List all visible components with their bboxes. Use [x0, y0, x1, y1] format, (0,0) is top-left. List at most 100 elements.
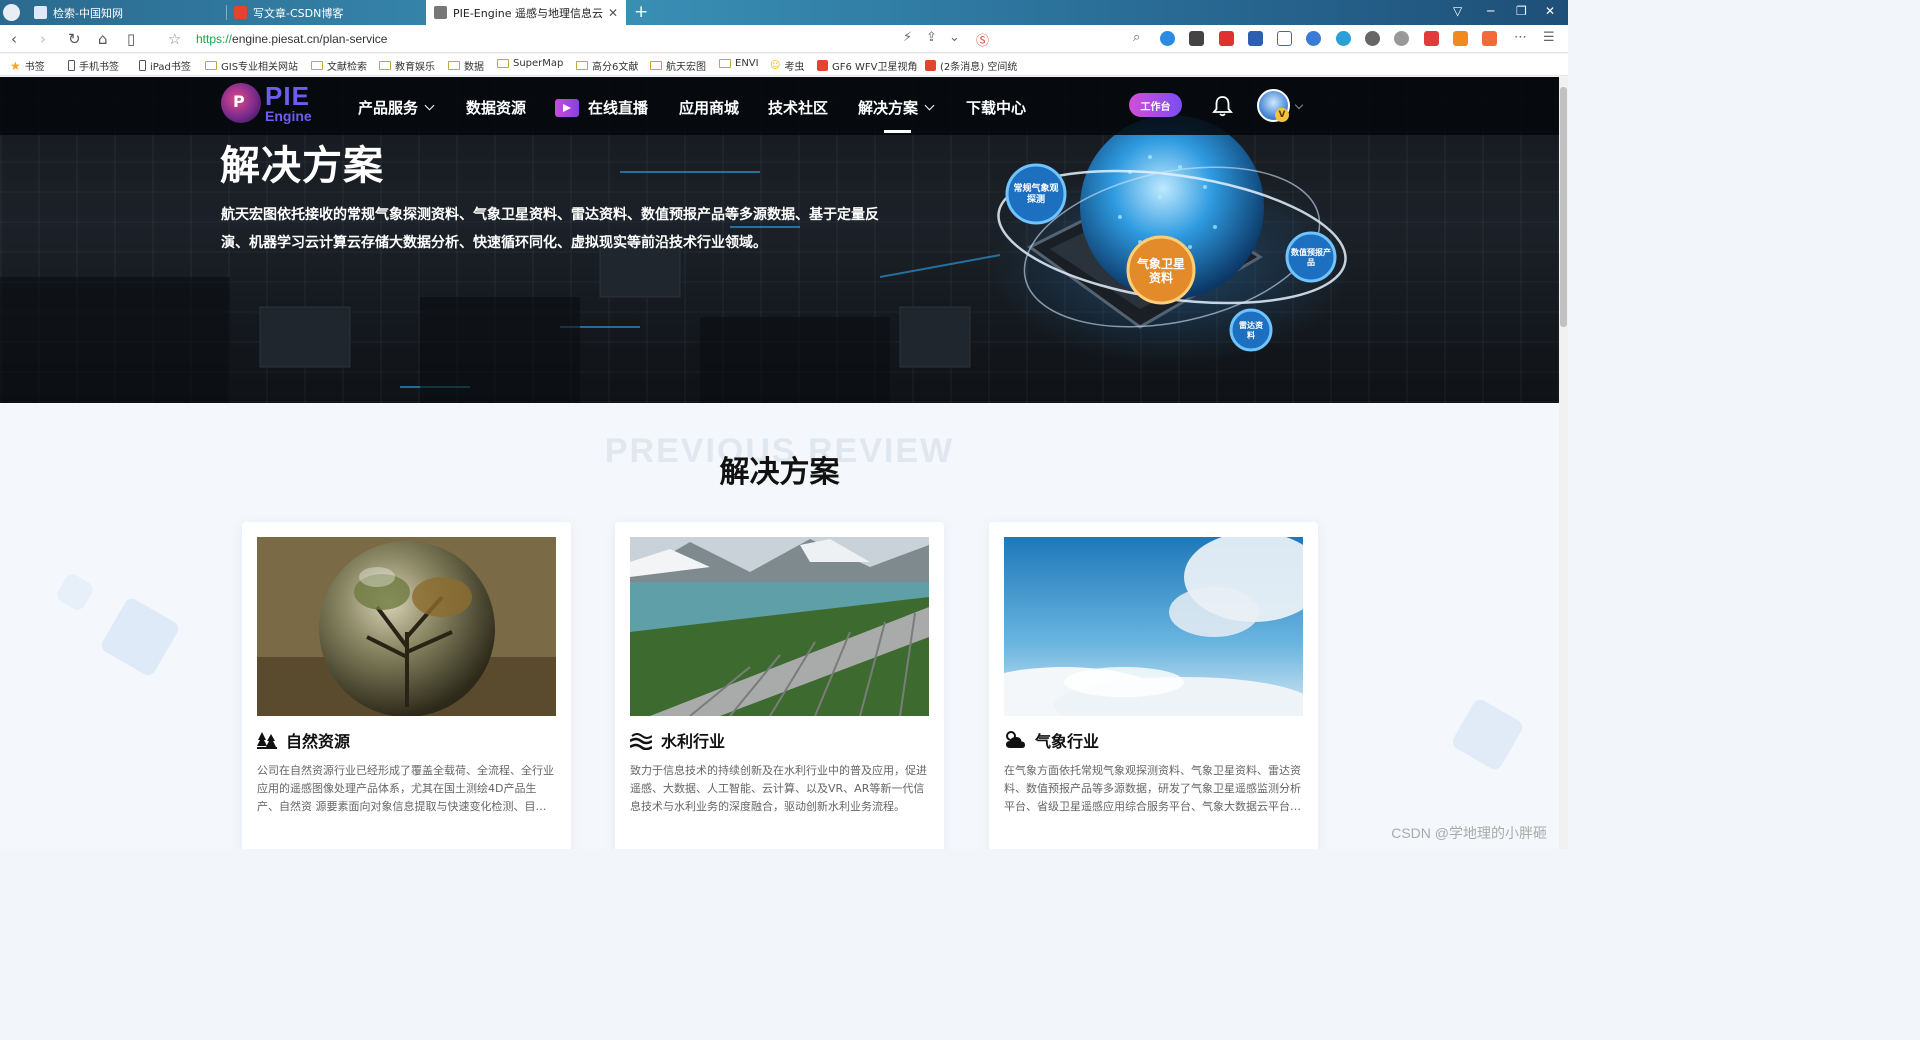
weather-icon [1006, 731, 1025, 748]
card-title: 气象行业 [1035, 732, 1100, 751]
extension-game-icon[interactable] [1453, 31, 1468, 46]
card-description: 公司在自然资源行业已经形成了覆盖全载荷、全流程、全行业应用的遥感图像处理产品体系… [257, 764, 554, 813]
extension-translate-icon[interactable] [1306, 31, 1321, 46]
bookmark-item[interactable]: SuperMap [497, 58, 563, 69]
folder-icon [205, 61, 217, 70]
folder-icon [576, 61, 588, 70]
folder-icon [311, 61, 323, 70]
nav-store[interactable]: 应用商城 [679, 97, 739, 118]
bookmark-item[interactable]: 高分6文献 [576, 58, 638, 73]
bookmark-item[interactable]: 数据 [448, 58, 484, 73]
bookmark-item[interactable]: 文献检索 [311, 58, 367, 73]
extension-edge-icon[interactable] [1336, 31, 1351, 46]
extension-weibo-icon[interactable] [1219, 31, 1234, 46]
csdn-icon [817, 60, 828, 71]
extension-feather-icon[interactable] [1189, 31, 1204, 46]
pie-engine-logo[interactable]: P PIE Engine [221, 83, 312, 123]
bookmark-item[interactable]: ★ 书签 [10, 58, 45, 74]
vip-badge: V [1275, 108, 1289, 122]
nav-data[interactable]: 数据资源 [466, 97, 526, 118]
solution-card-natural-resources[interactable]: 自然资源 公司在自然资源行业已经形成了覆盖全载荷、全流程、全行业应用的遥感图像处… [242, 522, 571, 849]
restore-icon[interactable]: ❐ [1516, 4, 1527, 18]
bookmark-item[interactable]: ☺ 考虫 [770, 58, 804, 73]
section-title: 解决方案 [719, 455, 840, 490]
reload-icon[interactable]: ↻ [68, 30, 81, 48]
card-title: 水利行业 [661, 732, 726, 751]
tab-pie-engine[interactable]: PIE-Engine 遥感与地理信息云服务平 ✕ [426, 0, 626, 25]
bookmark-item[interactable]: (2条消息) 空间统 [925, 58, 1032, 73]
nav-download[interactable]: 下载中心 [966, 97, 1026, 118]
folder-icon [379, 61, 391, 70]
extension-gear-icon[interactable] [1394, 31, 1409, 46]
folder-icon [497, 59, 509, 68]
new-tab-icon[interactable]: + [634, 2, 648, 22]
nav-solutions[interactable]: 解决方案 [858, 97, 935, 118]
extension-bulb-icon[interactable] [1365, 31, 1380, 46]
chevron-down-icon[interactable] [1294, 100, 1304, 110]
smiley-icon: ☺ [770, 60, 781, 71]
share-icon[interactable]: ⇪ [926, 30, 937, 45]
tab-title: 写文章-CSDN博客 [253, 6, 344, 20]
chevron-down-icon [924, 100, 935, 111]
minimize-icon[interactable]: ─ [1487, 4, 1494, 18]
close-window-icon[interactable]: ✕ [1545, 4, 1555, 18]
nav-community[interactable]: 技术社区 [768, 97, 828, 118]
nav-live[interactable]: 在线直播 [555, 97, 648, 118]
nav-products[interactable]: 产品服务 [358, 97, 435, 118]
bookmark-item[interactable]: 手机书签 [68, 58, 119, 73]
page-scrollbar[interactable] [1559, 77, 1568, 849]
bookmark-item[interactable]: GIS专业相关网站 [205, 58, 298, 73]
back-icon[interactable]: ‹ [11, 30, 17, 48]
scrollbar-thumb[interactable] [1560, 87, 1567, 327]
solution-card-water-resources[interactable]: 水利行业 致力于信息技术的持续创新及在水利行业中的普及应用，促进遥感、大数据、人… [615, 522, 944, 849]
extension-nv-icon[interactable] [1248, 31, 1263, 46]
close-tab-icon[interactable]: ✕ [608, 6, 618, 20]
tab-title: 检索-中国知网 [53, 6, 123, 20]
card-description: 在气象方面依托常规气象观探测资料、气象卫星资料、雷达资料、数值预报产品等多源数据… [1004, 764, 1301, 813]
menu-icon[interactable]: ☰ [1543, 30, 1555, 45]
search-icon[interactable]: ⌕ [1133, 30, 1140, 45]
solution-card-meteorology[interactable]: 气象行业 在气象方面依托常规气象观探测资料、气象卫星资料、雷达资料、数值预报产品… [989, 522, 1318, 849]
browser-menu-icon[interactable] [3, 4, 20, 21]
extension-red-icon[interactable] [1424, 31, 1439, 46]
bookmark-item[interactable]: 教育娱乐 [379, 58, 435, 73]
bubble-numerical-forecast: 数值预报产品 [1291, 248, 1331, 267]
bell-icon[interactable] [1212, 95, 1233, 117]
url-field[interactable]: https://engine.piesat.cn/plan-service [196, 32, 387, 46]
phone-icon [68, 60, 75, 71]
bookmark-item[interactable]: GF6 WFV卫星视角 [817, 58, 924, 73]
bookmark-item[interactable]: 航天宏图 [650, 58, 706, 73]
cnki-favicon-icon [34, 6, 47, 19]
bubble-radar-data: 雷达资料 [1239, 321, 1263, 340]
dropdown-icon[interactable]: ⌄ [949, 30, 960, 45]
more-icon[interactable]: ⋯ [1514, 30, 1527, 45]
forward-icon[interactable]: › [40, 30, 46, 48]
tab-cnki[interactable]: 检索-中国知网 [26, 0, 226, 25]
home-icon[interactable]: ⌂ [98, 30, 108, 48]
favorites-icon[interactable]: ▽ [1453, 4, 1462, 18]
extension-v-icon[interactable] [1277, 31, 1292, 46]
crystal-ball-forest-image [257, 537, 556, 716]
reader-icon[interactable]: ▯ [127, 30, 135, 48]
folder-icon [719, 59, 731, 68]
decor-cube [1449, 696, 1526, 773]
pie-favicon-icon [434, 6, 447, 19]
search-engine-icon[interactable]: Ⓢ [976, 30, 989, 49]
page-viewport: 解决方案 航天宏图依托接收的常规气象探测资料、气象卫星资料、雷达资料、数值预报产… [0, 77, 1559, 849]
extension-translate-orange-icon[interactable] [1482, 31, 1497, 46]
lightning-icon[interactable]: ⚡ [903, 30, 912, 45]
bookmark-item[interactable]: iPad书签 [139, 58, 191, 73]
csdn-watermark: CSDN @学地理的小胖砸 [1391, 825, 1547, 841]
hero-description: 航天宏图依托接收的常规气象探测资料、气象卫星资料、雷达资料、数值预报产品等多源数… [221, 207, 879, 251]
sky-clouds-image [1004, 537, 1303, 716]
tab-csdn[interactable]: 写文章-CSDN博客 [226, 0, 426, 25]
workbench-button[interactable]: 工作台 [1129, 93, 1182, 117]
bookmark-star-icon[interactable]: ☆ [168, 30, 181, 48]
extension-infinity-icon[interactable] [1160, 31, 1175, 46]
bubble-satellite-data: 气象卫星资料 [1136, 256, 1185, 285]
card-title: 自然资源 [286, 732, 351, 751]
csdn-favicon-icon [234, 6, 247, 19]
bookmarks-bar: ★ 书签 手机书签 iPad书签 GIS专业相关网站 文献检索 教育娱乐 数据 S… [0, 54, 1568, 76]
logo-engine-text: Engine [265, 108, 312, 124]
bookmark-item[interactable]: ENVI [719, 58, 759, 69]
